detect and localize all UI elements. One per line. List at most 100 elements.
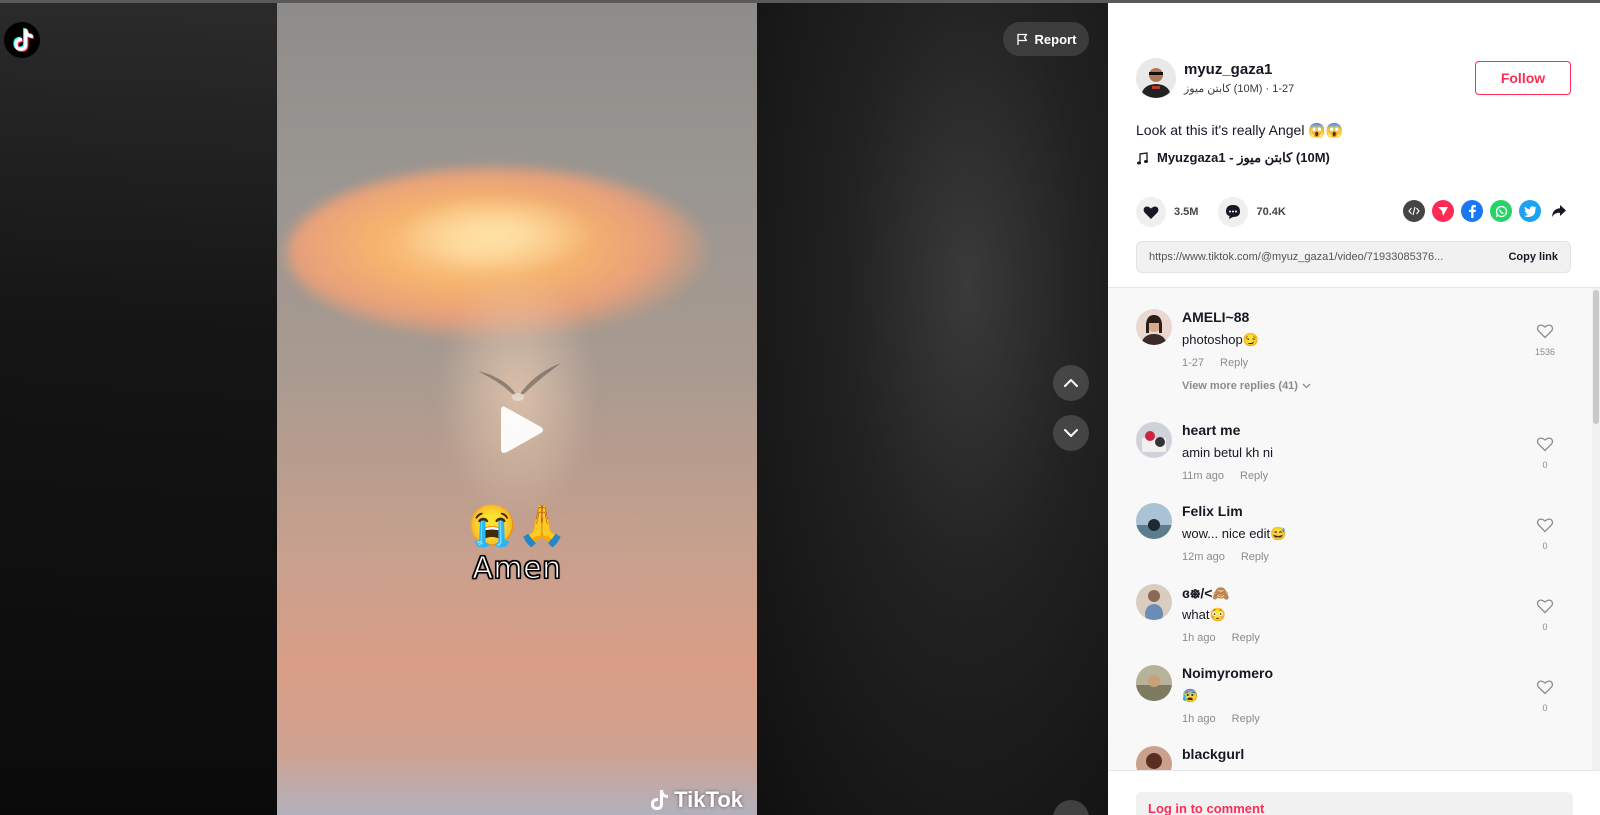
comment-count: 70.4K — [1256, 206, 1286, 218]
author-avatar-image — [1136, 58, 1176, 98]
commenter-avatar[interactable] — [1136, 503, 1172, 539]
commenter-name[interactable]: Noimyromero — [1182, 665, 1273, 681]
music-title: Myuzgaza1 - كابتن ميوز (10M) — [1157, 150, 1330, 165]
heart-outline-icon — [1536, 518, 1554, 533]
comment-like-button[interactable]: 0 — [1533, 436, 1557, 470]
previous-video-button[interactable] — [1053, 365, 1089, 401]
author-subtitle: كابتن ميوز (10M) · 1-27 — [1184, 83, 1295, 95]
comment-button[interactable]: 70.4K — [1218, 197, 1286, 227]
comment-bubble-icon — [1218, 197, 1249, 227]
flag-icon — [1016, 33, 1027, 45]
login-to-comment-link[interactable]: Log in to comment — [1148, 801, 1264, 815]
whatsapp-icon[interactable] — [1490, 200, 1512, 222]
share-icons — [1403, 200, 1570, 222]
reply-button[interactable]: Reply — [1232, 632, 1260, 644]
comment-time: 1h ago — [1182, 632, 1216, 644]
details-panel: myuz_gaza1 كابتن ميوز (10M) · 1-27 Follo… — [1108, 3, 1600, 815]
commenter-avatar[interactable] — [1136, 584, 1172, 620]
sticker-emoji: 😭🙏 — [467, 504, 567, 548]
heart-icon — [1136, 197, 1166, 227]
comment-like-count: 0 — [1542, 622, 1548, 632]
music-link[interactable]: Myuzgaza1 - كابتن ميوز (10M) — [1136, 150, 1330, 166]
chevron-down-icon — [1064, 429, 1078, 437]
commenter-name[interactable]: heart me — [1182, 422, 1240, 438]
commenter-avatar[interactable] — [1136, 422, 1172, 458]
facebook-icon[interactable] — [1461, 200, 1483, 222]
comments-list[interactable]: AMELI~88 photoshop😏 1-27 Reply 1536 View … — [1108, 287, 1600, 770]
top-border — [0, 0, 1600, 3]
heart-outline-icon — [1536, 599, 1554, 614]
chevron-up-icon — [1064, 379, 1078, 387]
post-caption: Look at this it's really Angel 😱😱 — [1136, 122, 1344, 138]
comment-like-button[interactable]: 1536 — [1533, 323, 1557, 357]
video-sticker: 😭🙏 Amen — [457, 503, 577, 587]
like-count: 3.5M — [1174, 206, 1199, 218]
like-button[interactable]: 3.5M — [1136, 197, 1198, 227]
commenter-name[interactable]: ɞ᪥/<🙈 — [1182, 584, 1230, 606]
commenter-name[interactable]: AMELI~88 — [1182, 309, 1249, 325]
commenter-avatar[interactable] — [1136, 309, 1172, 345]
commenter-name[interactable]: Felix Lim — [1182, 503, 1243, 519]
embed-icon[interactable] — [1403, 200, 1425, 222]
heart-outline-icon — [1536, 324, 1554, 339]
tiktok-logo-glyph — [13, 28, 34, 52]
comment-text: wow... nice edit😅 — [1182, 526, 1287, 541]
tiktok-watermark: TikTok — [648, 787, 743, 813]
watermark-text: TikTok — [674, 787, 743, 812]
video-url[interactable]: https://www.tiktok.com/@myuz_gaza1/video… — [1149, 251, 1484, 263]
comment-like-count: 1536 — [1534, 347, 1556, 357]
comment-time: 11m ago — [1182, 470, 1224, 482]
play-icon[interactable] — [499, 403, 545, 457]
author-username[interactable]: myuz_gaza1 — [1184, 61, 1294, 78]
engagement-bar: 3.5M 70.4K — [1136, 197, 1306, 227]
view-more-replies-label: View more replies (41) — [1182, 380, 1298, 392]
video-stage: 😭🙏 Amen TikTok Report — [0, 0, 1108, 815]
comment-text: what😳 — [1182, 607, 1226, 622]
reply-button[interactable]: Reply — [1240, 470, 1268, 482]
send-icon[interactable] — [1432, 200, 1454, 222]
view-more-replies-button[interactable]: View more replies (41) — [1182, 380, 1311, 392]
comment-time: 12m ago — [1182, 551, 1225, 563]
blurred-backdrop-left — [0, 0, 277, 815]
cloud-highlight — [397, 193, 597, 273]
next-video-button[interactable] — [1053, 415, 1089, 451]
author-avatar[interactable] — [1136, 58, 1176, 98]
comment-like-button[interactable]: 0 — [1533, 598, 1557, 632]
comment-like-button[interactable]: 0 — [1533, 517, 1557, 551]
comment-text: photoshop😏 — [1182, 332, 1259, 347]
comment-like-button[interactable]: 0 — [1533, 679, 1557, 713]
copy-link-box: https://www.tiktok.com/@myuz_gaza1/video… — [1136, 241, 1571, 273]
scrollbar-thumb[interactable] — [1593, 290, 1599, 424]
report-label: Report — [1034, 31, 1077, 47]
comment-time: 1-27 — [1182, 357, 1205, 369]
tiktok-logo-icon[interactable] — [4, 22, 40, 58]
sticker-text: Amen — [472, 551, 562, 587]
author-info: myuz_gaza1 كابتن ميوز (10M) · 1-27 — [1136, 58, 1294, 98]
commenter-name[interactable]: blackgurl — [1182, 746, 1244, 762]
tiktok-note-icon — [651, 790, 669, 810]
report-button[interactable]: Report — [1003, 22, 1089, 56]
reply-button[interactable]: Reply — [1241, 551, 1269, 563]
commenter-avatar[interactable] — [1136, 665, 1172, 701]
bird-silhouette — [478, 363, 561, 401]
share-arrow-icon[interactable] — [1548, 200, 1570, 222]
comment-like-count: 0 — [1542, 703, 1548, 713]
twitter-icon[interactable] — [1519, 200, 1541, 222]
comment-time: 1h ago — [1182, 713, 1216, 725]
reply-button[interactable]: Reply — [1232, 713, 1260, 725]
heart-outline-icon — [1536, 680, 1554, 695]
follow-button[interactable]: Follow — [1475, 61, 1571, 95]
heart-outline-icon — [1536, 437, 1554, 452]
comment-like-count: 0 — [1542, 541, 1548, 551]
comments-scrollbar[interactable] — [1592, 288, 1600, 770]
video-player[interactable]: 😭🙏 Amen TikTok — [277, 3, 757, 815]
comment-text: 😰 — [1182, 688, 1199, 703]
login-to-comment-box[interactable]: Log in to comment — [1136, 792, 1573, 815]
blurred-backdrop-right — [757, 0, 1108, 815]
music-note-icon — [1137, 151, 1148, 164]
comment-like-count: 0 — [1542, 460, 1548, 470]
copy-link-button[interactable]: Copy link — [1508, 251, 1558, 263]
reply-button[interactable]: Reply — [1220, 357, 1248, 369]
login-bar: Log in to comment — [1108, 770, 1600, 815]
commenter-avatar[interactable] — [1136, 746, 1172, 770]
